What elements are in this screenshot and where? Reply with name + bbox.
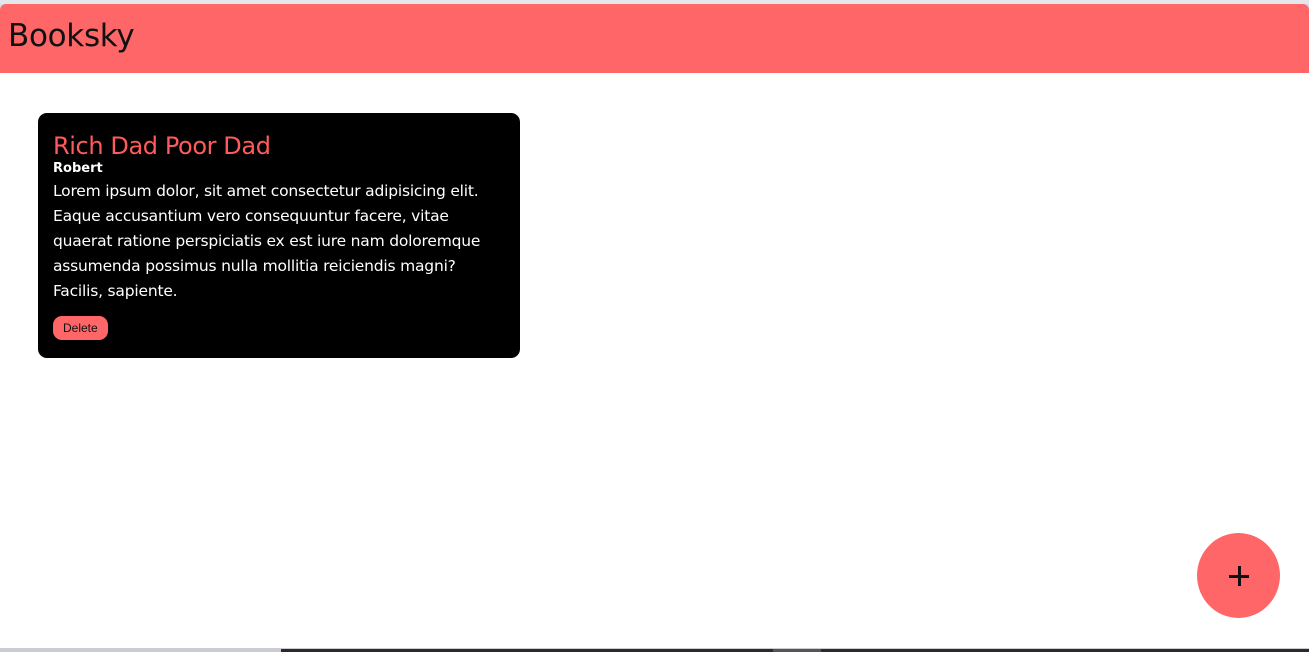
book-card: Rich Dad Poor Dad Robert Lorem ipsum dol… [38,113,520,358]
add-book-button[interactable] [1197,533,1280,618]
brand-title: Booksky [8,18,135,54]
book-description: Lorem ipsum dolor, sit amet consectetur … [53,182,481,300]
taskbar-edge [0,648,1309,652]
book-title: Rich Dad Poor Dad [53,132,271,160]
plus-icon [1229,566,1249,586]
app-header: Booksky [0,4,1309,73]
delete-button[interactable]: Delete [53,316,108,340]
app-window: Booksky Rich Dad Poor Dad Robert Lorem i… [0,4,1309,648]
